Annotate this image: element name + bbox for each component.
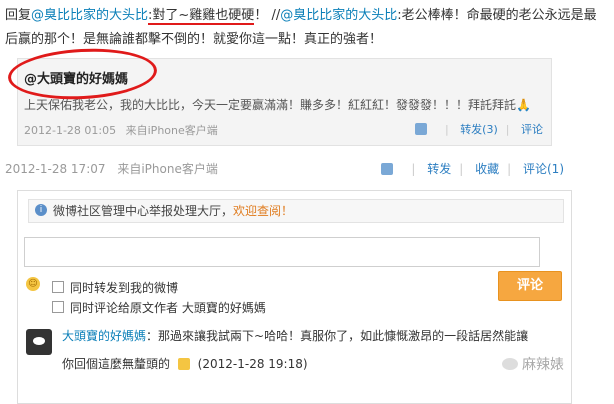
highlighted-text: :對了~雞雞也硬硬 <box>148 8 255 25</box>
post-source[interactable]: 来自iPhone客户端 <box>117 162 218 176</box>
post-time[interactable]: 2012-1-28 17:07 <box>5 162 106 176</box>
watermark: 麻辣婊 <box>502 354 564 374</box>
original-repost-link[interactable]: 转发(3) <box>460 123 498 136</box>
notice-text: 微博社区管理中心举报处理大厅， <box>53 204 234 218</box>
watermark-text: 麻辣婊 <box>522 357 564 373</box>
comment-body: ：那過來讓我試兩下~哈哈！真服你了，如此慷慨激昂的一段話居然能讓 <box>146 329 529 343</box>
like-icon[interactable] <box>414 123 427 135</box>
comment-text-line2: 你回個這麼無釐頭的 (2012-1-28 19:18) <box>62 355 562 372</box>
repost-checkbox-row[interactable]: 同时转发到我的微博 <box>52 279 178 296</box>
repost-text-part: ！ // <box>254 8 281 23</box>
comment-input[interactable] <box>24 237 540 267</box>
notice-link[interactable]: 欢迎查阅！ <box>233 204 293 218</box>
wechat-icon <box>502 358 518 370</box>
comment-author-checkbox-label: 同时评论给原文作者 大頭寶的好媽媽 <box>70 301 266 315</box>
submit-comment-button[interactable]: 评论 <box>498 271 562 301</box>
mention-link[interactable]: @臭比比家的大头比 <box>280 8 397 23</box>
original-time[interactable]: 2012-1-28 01:05 <box>24 124 116 137</box>
emoji-icon[interactable]: ☺ <box>26 277 40 291</box>
repost-text: 回复@臭比比家的大头比:對了~雞雞也硬硬！ //@臭比比家的大头比:老公棒棒！命… <box>5 4 605 52</box>
comment-panel: i 微博社区管理中心举报处理大厅，欢迎查阅！ ☺ 同时转发到我的微博 同时评论给… <box>17 190 572 404</box>
original-text: 上天保佑我老公，我的大比比，今天一定要赢滿滿！賺多多！紅紅紅！發發發！！！拜託拜… <box>24 98 531 112</box>
notice-bar: i 微博社区管理中心举报处理大厅，欢迎查阅！ <box>28 199 564 223</box>
repost-button[interactable]: 转发 <box>427 162 451 176</box>
favorite-button[interactable]: 收藏 <box>475 162 499 176</box>
original-meta: 2012-1-28 01:05 来自iPhone客户端 <box>24 122 218 138</box>
comment-author-checkbox[interactable] <box>52 301 64 313</box>
post-meta: 2012-1-28 17:07 来自iPhone客户端 <box>5 160 218 177</box>
repost-checkbox[interactable] <box>52 281 64 293</box>
comment-time: (2012-1-28 19:18) <box>197 357 308 371</box>
comment-body-cont: 你回個這麼無釐頭的 <box>62 357 171 371</box>
original-comment-link[interactable]: 评论 <box>521 123 543 136</box>
post-actions: | 转发 | 收藏 | 评论(1) <box>381 160 564 177</box>
avatar[interactable] <box>26 329 52 355</box>
reply-prefix: 回复 <box>5 8 32 23</box>
original-source[interactable]: 来自iPhone客户端 <box>126 124 218 137</box>
info-icon: i <box>35 204 47 216</box>
comment-button[interactable]: 评论(1) <box>523 162 564 176</box>
mention-link[interactable]: @臭比比家的大头比 <box>31 8 148 23</box>
comment-author[interactable]: 大頭寶的好媽媽 <box>62 329 146 343</box>
like-icon[interactable] <box>381 163 394 175</box>
comment-author-checkbox-row[interactable]: 同时评论给原文作者 大頭寶的好媽媽 <box>52 299 266 316</box>
comment-text: 大頭寶的好媽媽：那過來讓我試兩下~哈哈！真服你了，如此慷慨激昂的一段話居然能讓 <box>62 327 562 344</box>
emoticon-icon <box>177 358 190 370</box>
original-actions: | 转发(3) | 评论 <box>414 121 543 137</box>
repost-checkbox-label: 同时转发到我的微博 <box>70 281 179 295</box>
